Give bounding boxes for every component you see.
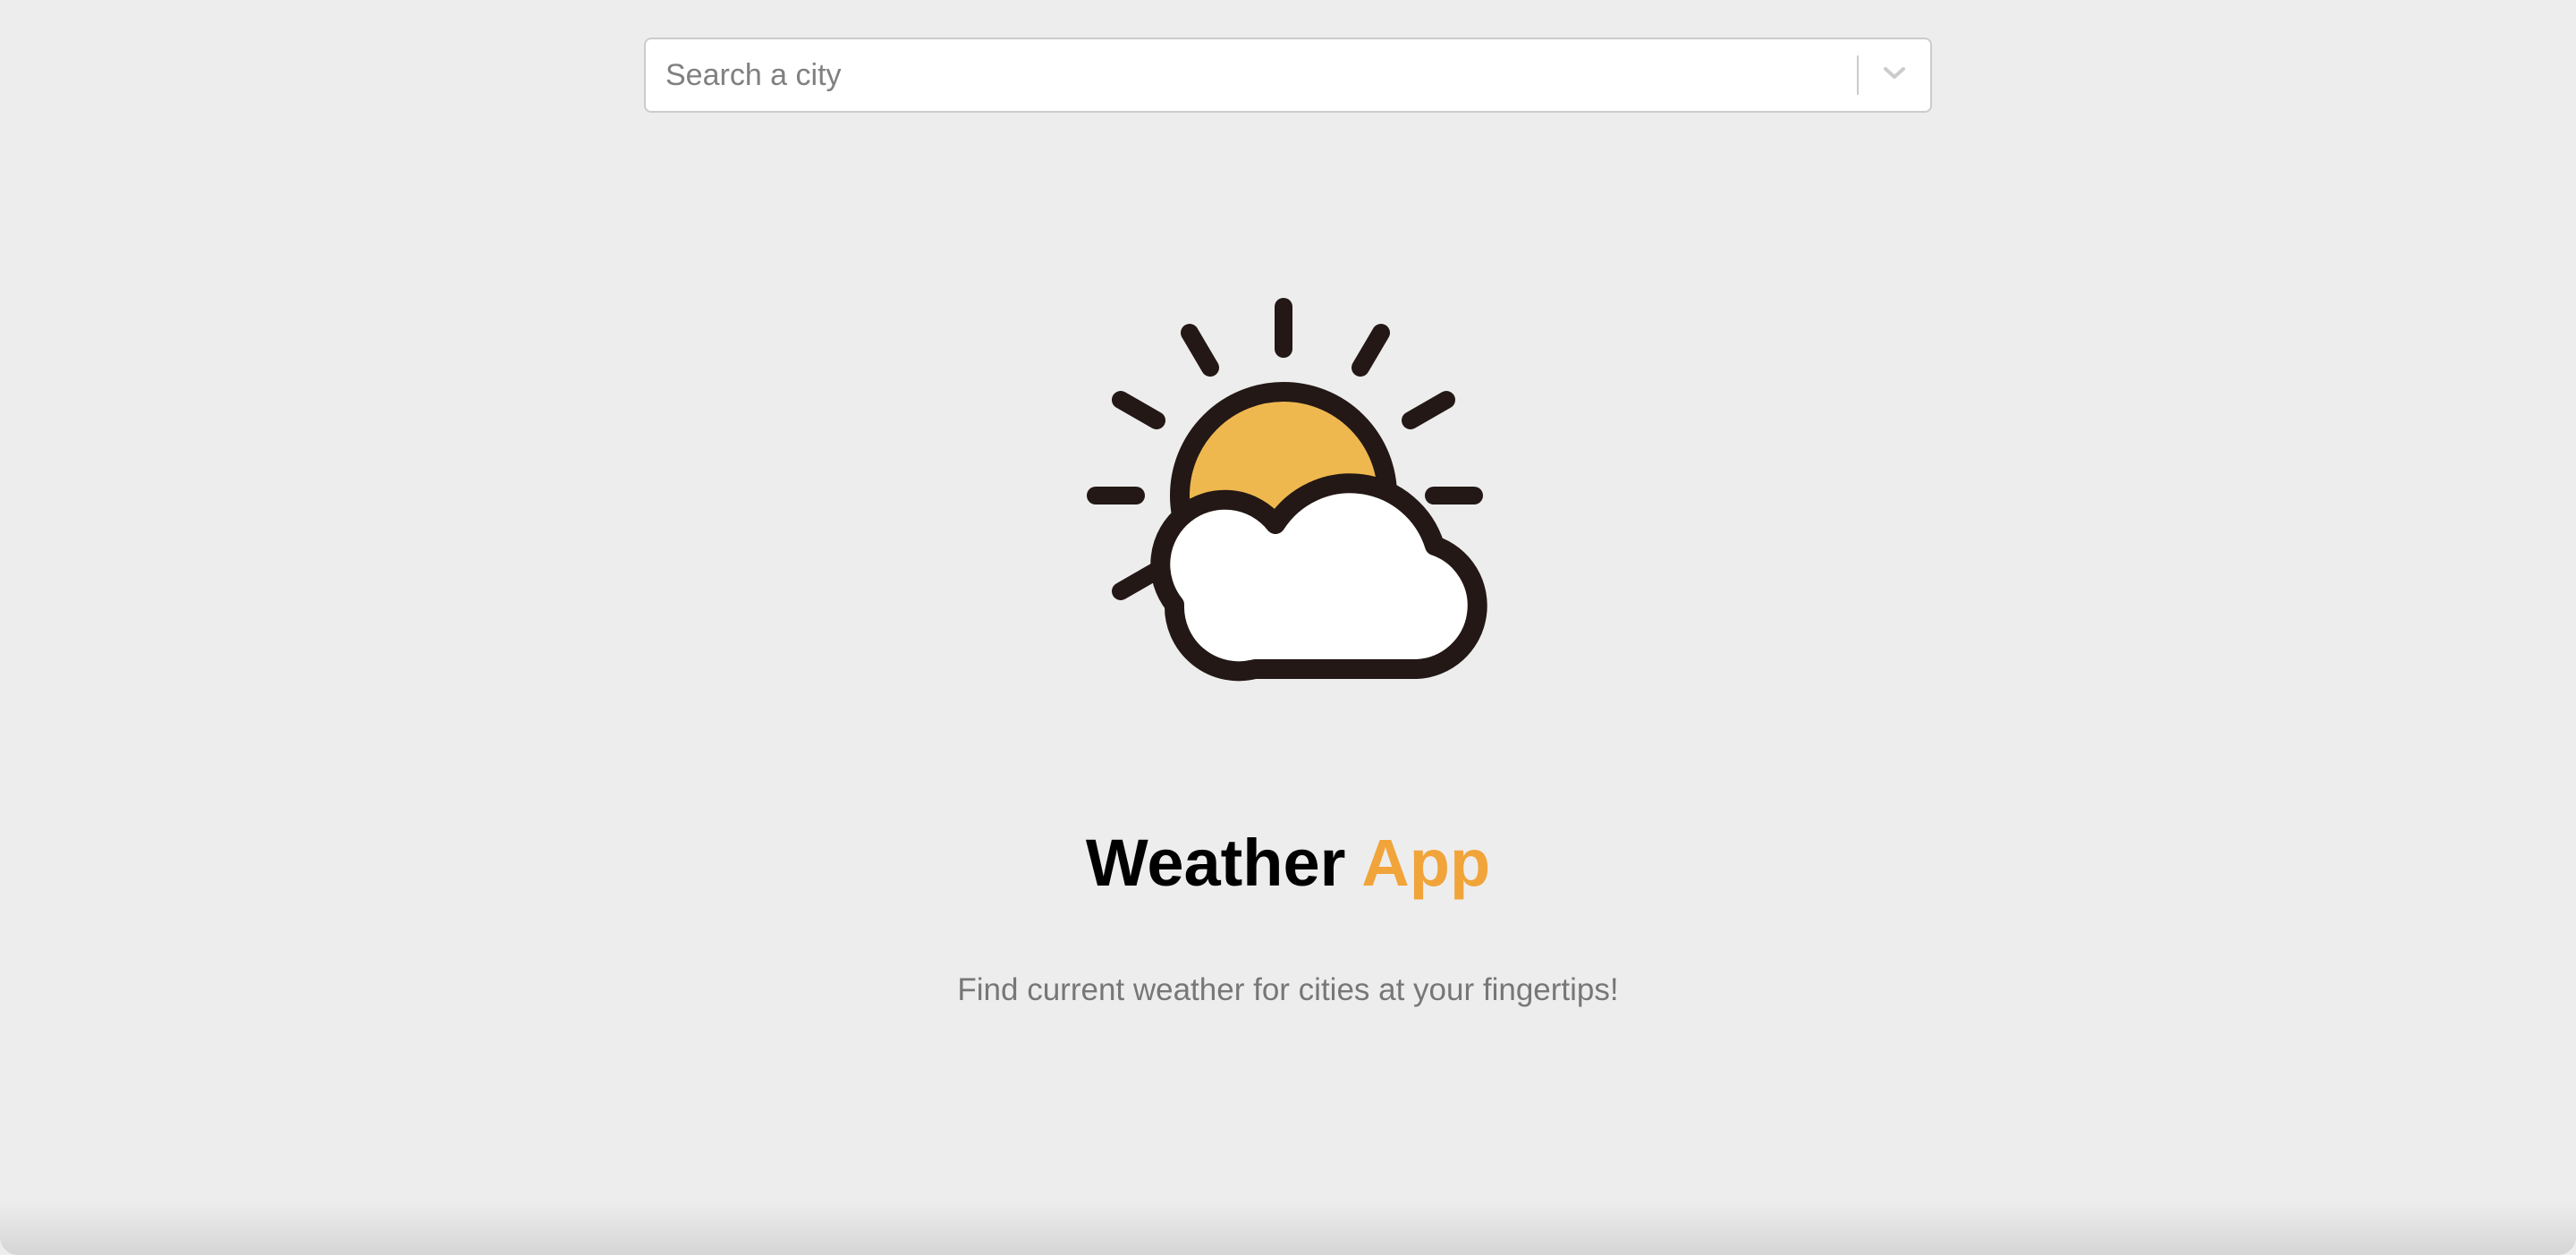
chevron-down-icon — [1882, 65, 1907, 86]
sun-behind-cloud-icon — [1082, 295, 1494, 689]
city-search-input[interactable] — [646, 39, 1857, 111]
title-accent-word: App — [1361, 826, 1491, 900]
page-subtitle: Find current weather for cities at your … — [957, 972, 1619, 1007]
dropdown-toggle[interactable] — [1859, 39, 1930, 111]
title-word: Weather — [1085, 826, 1346, 900]
window-bottom-shadow — [0, 1201, 2576, 1255]
app-page: Weather App Find current weather for cit… — [0, 0, 2576, 1255]
page-title: Weather App — [0, 825, 2576, 902]
city-search-select[interactable] — [644, 38, 1932, 113]
